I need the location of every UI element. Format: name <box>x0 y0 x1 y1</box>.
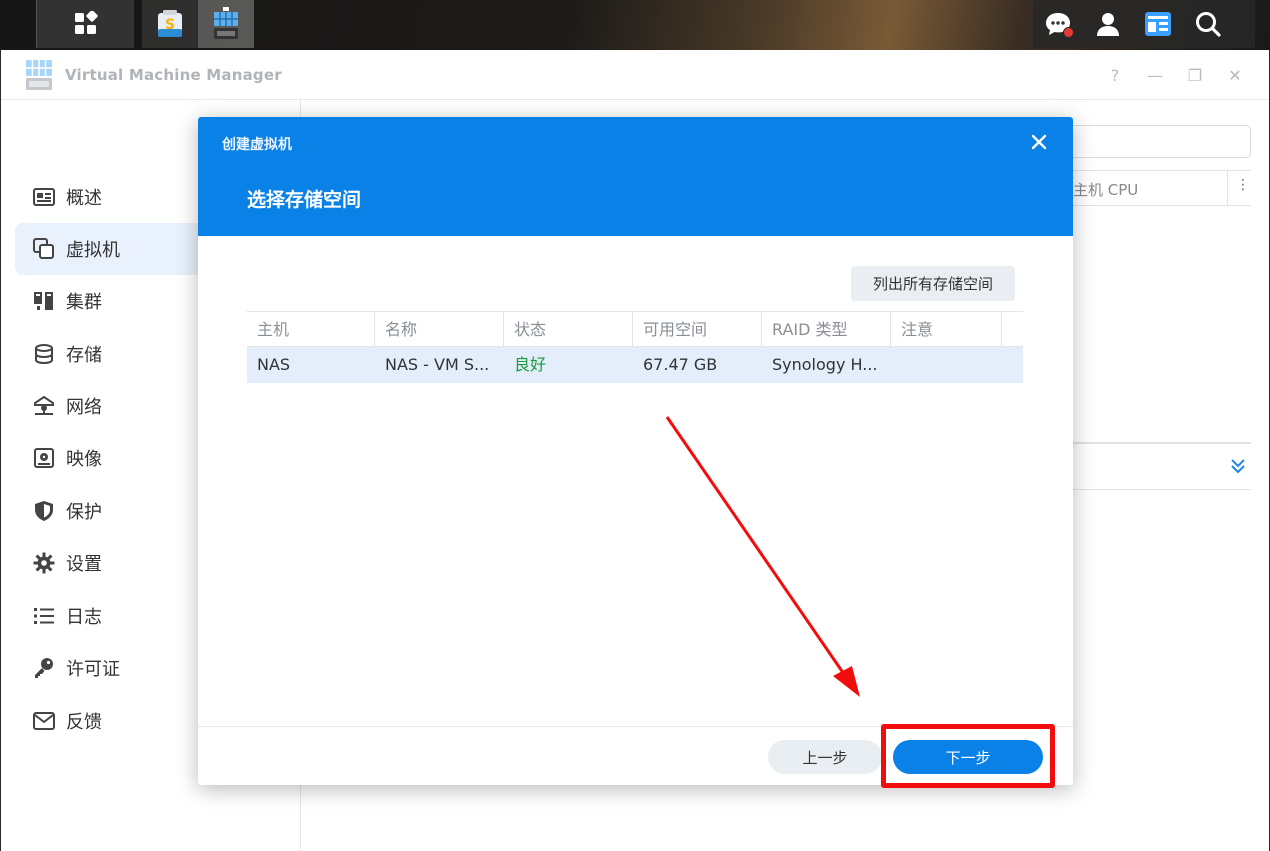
cluster-icon <box>32 289 56 313</box>
table-row[interactable]: NAS NAS - VM S... 良好 67.47 GB Synology H… <box>247 347 1023 383</box>
window-title: Virtual Machine Manager <box>65 66 282 84</box>
column-header-free-space[interactable]: 可用空间 <box>633 312 762 348</box>
virtual-machine-manager-icon <box>214 7 238 39</box>
virtual-machine-icon <box>32 237 56 261</box>
overview-icon <box>32 185 56 209</box>
minimize-button[interactable]: — <box>1144 64 1166 86</box>
cell-name: NAS - VM S... <box>385 355 490 374</box>
storage-icon <box>32 342 56 366</box>
key-icon <box>32 656 56 680</box>
sidebar-item-label: 概述 <box>66 188 102 209</box>
search-input[interactable] <box>1071 125 1251 158</box>
table-header-row: 主机 名称 状态 可用空间 RAID 类型 注意 <box>247 311 1023 348</box>
user-button[interactable] <box>1083 0 1133 48</box>
apps-grid-icon <box>74 11 98 34</box>
close-window-button[interactable]: ✕ <box>1224 64 1246 86</box>
column-header-raid-type[interactable]: RAID 类型 <box>762 312 891 348</box>
taskbar-app-vmm[interactable] <box>198 0 254 48</box>
network-icon <box>32 394 56 418</box>
dialog-title: 创建虚拟机 <box>222 137 292 153</box>
detail-panel-bar <box>1071 442 1251 490</box>
sidebar-item-label: 存储 <box>66 345 102 366</box>
taskbar: S <box>0 0 1270 50</box>
shield-icon <box>32 499 56 523</box>
column-header-status[interactable]: 状态 <box>504 312 633 348</box>
create-vm-dialog: 创建虚拟机 选择存储空间 列出所有存储空间 主机 名称 状态 可用空间 RAID… <box>198 117 1073 785</box>
taskbar-tray <box>1033 0 1255 48</box>
user-icon <box>1097 13 1119 36</box>
dialog-header: 创建虚拟机 选择存储空间 <box>198 117 1073 236</box>
window-titlebar[interactable]: Virtual Machine Manager ? — ❐ ✕ <box>1 50 1269 100</box>
sidebar-item-label: 虚拟机 <box>66 240 120 261</box>
svg-text:S: S <box>165 17 175 33</box>
taskbar-app-office[interactable]: S <box>142 0 198 48</box>
sidebar-item-label: 反馈 <box>66 712 102 733</box>
sidebar-item-label: 集群 <box>66 292 102 313</box>
cell-free-space: 67.47 GB <box>643 355 718 374</box>
main-menu-button[interactable] <box>36 0 134 48</box>
column-header-note[interactable]: 注意 <box>891 312 1002 348</box>
cell-raid-type: Synology H... <box>772 355 878 374</box>
sidebar-item-label: 日志 <box>66 607 102 628</box>
widgets-button[interactable] <box>1133 0 1183 48</box>
vm-table-header: 主机 CPU ⋮ <box>1071 170 1251 206</box>
annotation-highlight-box <box>881 724 1055 788</box>
column-divider <box>1227 171 1228 205</box>
cell-note <box>891 347 1002 383</box>
column-header-host-cpu[interactable]: 主机 CPU <box>1073 179 1138 200</box>
search-icon <box>1196 12 1221 37</box>
help-button[interactable]: ? <box>1104 64 1126 86</box>
sidebar-item-label: 设置 <box>66 554 102 575</box>
image-icon <box>32 446 56 470</box>
mail-icon <box>32 709 56 733</box>
expand-down-icon[interactable] <box>1229 457 1247 475</box>
cell-status: 良好 <box>514 355 547 374</box>
search-button[interactable] <box>1183 0 1233 48</box>
dialog-step-title: 选择存储空间 <box>247 189 362 211</box>
synology-office-icon: S <box>158 10 182 37</box>
cell-host: NAS <box>257 355 291 374</box>
sidebar-item-label: 映像 <box>66 449 102 470</box>
sidebar-item-label: 许可证 <box>66 659 120 680</box>
log-list-icon <box>32 604 56 628</box>
storage-table: 主机 名称 状态 可用空间 RAID 类型 注意 NAS NAS - VM S.… <box>247 311 1023 383</box>
close-icon[interactable] <box>1029 132 1049 152</box>
widgets-icon <box>1145 12 1171 36</box>
column-menu-button[interactable]: ⋮ <box>1236 177 1250 193</box>
restore-button[interactable]: ❐ <box>1184 64 1206 86</box>
column-header-name[interactable]: 名称 <box>375 312 504 348</box>
list-all-storage-button[interactable]: 列出所有存储空间 <box>851 266 1015 301</box>
sidebar-item-label: 网络 <box>66 397 102 418</box>
previous-button[interactable]: 上一步 <box>768 740 882 774</box>
column-header-host[interactable]: 主机 <box>247 312 375 348</box>
notification-badge <box>1063 27 1074 38</box>
vmm-window-icon <box>26 60 52 90</box>
sidebar-item-label: 保护 <box>66 502 102 523</box>
notification-button[interactable] <box>1033 0 1083 48</box>
gear-icon <box>32 551 56 575</box>
